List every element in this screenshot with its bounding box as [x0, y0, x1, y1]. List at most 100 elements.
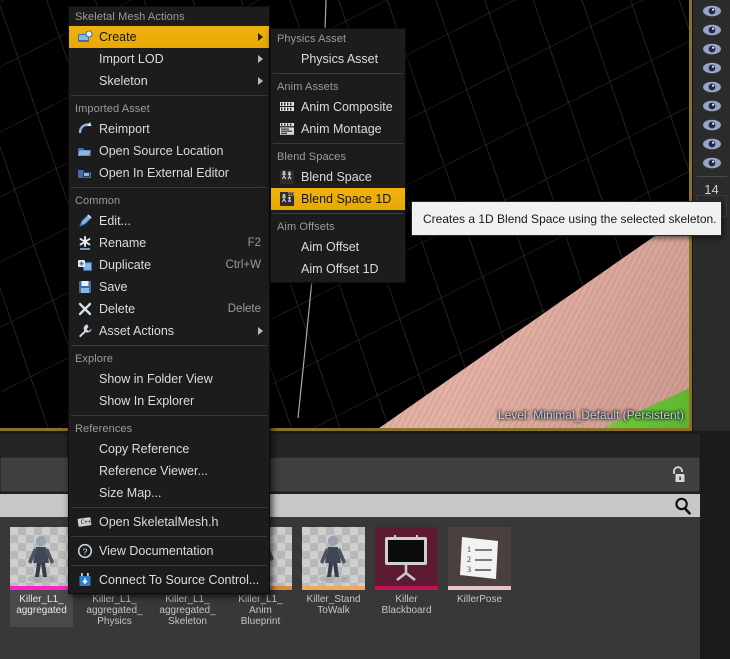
eye-icon[interactable] [701, 3, 723, 19]
menu-separator [71, 565, 267, 566]
menu-item-blend-space[interactable]: Blend Space [271, 166, 405, 188]
duplicate-icon [78, 260, 92, 271]
menu-item-skeleton[interactable]: Skeleton [69, 70, 269, 92]
anim-montage-icon [277, 121, 297, 137]
menu-item-label: Skeleton [99, 74, 148, 88]
code-file-icon: C++ [77, 517, 92, 527]
menu-item-create[interactable]: Create [69, 26, 269, 48]
menu-item-delete[interactable]: Delete Delete [69, 298, 269, 320]
menu-item-aim-offset[interactable]: Aim Offset [271, 236, 405, 258]
eye-toggle-column[interactable] [693, 0, 730, 174]
menu-item-rename[interactable]: Rename F2 [69, 232, 269, 254]
menu-item-open-source-location[interactable]: Open Source Location [69, 140, 269, 162]
menu-item-copy-reference[interactable]: Copy Reference [69, 438, 269, 460]
create-icon [78, 30, 93, 42]
menu-item-physics-asset[interactable]: Physics Asset [271, 48, 405, 70]
menu-item-label: Asset Actions [99, 324, 175, 338]
menu-item-duplicate[interactable]: Duplicate Ctrl+W [69, 254, 269, 276]
unreal-editor-window: Level: Minimal_Default (Persistent) 14 K… [0, 0, 730, 659]
anim-composite-icon [277, 99, 297, 115]
menu-item-size-map[interactable]: Size Map... [69, 482, 269, 504]
asset-tile[interactable]: Killer_L1_ aggregated [10, 527, 73, 627]
menu-item-label: Physics Asset [301, 52, 379, 66]
menu-item-label: Blend Space 1D [301, 192, 392, 206]
menu-section-header: Explore [75, 353, 113, 365]
svg-text:1D: 1D [288, 192, 295, 198]
menu-item-label: Import LOD [99, 52, 164, 66]
menu-item-view-documentation[interactable]: ? View Documentation [69, 540, 269, 562]
menu-item-show-in-explorer[interactable]: Show In Explorer [69, 390, 269, 412]
help-icon: ? [75, 543, 95, 559]
folder-open-icon [78, 148, 91, 156]
menu-item-label: Aim Offset [301, 240, 360, 254]
eye-icon[interactable] [701, 117, 723, 133]
asset-type-strip [448, 586, 511, 590]
menu-section-header: References [75, 423, 133, 435]
asset-tile[interactable]: Killer_Stand ToWalk [302, 527, 365, 627]
menu-item-anim-montage[interactable]: Anim Montage [271, 118, 405, 140]
asset-label: Killer_Stand ToWalk [306, 594, 361, 616]
asset-tile[interactable]: 123 KillerPose [448, 527, 511, 627]
eye-icon[interactable] [701, 155, 723, 171]
svg-text:C++: C++ [81, 519, 92, 526]
eye-icon[interactable] [701, 136, 723, 152]
menu-item-show-in-folder-view[interactable]: Show in Folder View [69, 368, 269, 390]
asset-thumbnail[interactable] [375, 527, 438, 590]
eye-icon[interactable] [701, 41, 723, 57]
rail-count: 14 [704, 182, 719, 197]
blackboard-thumbnail [375, 527, 438, 590]
eye-icon[interactable] [701, 79, 723, 95]
menu-item-edit[interactable]: Edit... [69, 210, 269, 232]
asset-thumbnail[interactable] [302, 527, 365, 590]
menu-item-label: Reference Viewer... [99, 464, 208, 478]
menu-separator [71, 415, 267, 416]
menu-item-anim-composite[interactable]: Anim Composite [271, 96, 405, 118]
menu-item-asset-actions[interactable]: Asset Actions [69, 320, 269, 342]
menu-item-aim-offset-1d[interactable]: Aim Offset 1D [271, 258, 405, 280]
asset-tile[interactable]: Killer Blackboard [375, 527, 438, 627]
menu-item-connect-to-source-control[interactable]: Connect To Source Control... [69, 569, 269, 591]
save-icon [75, 279, 95, 295]
menu-separator [71, 95, 267, 96]
svg-text:?: ? [83, 546, 88, 556]
menu-item-shortcut: Ctrl+W [225, 259, 261, 271]
menu-item-label: Show In Explorer [99, 394, 195, 408]
character-thumbnail [27, 535, 55, 583]
create-submenu[interactable]: Physics Asset Physics Asset Anim Assets An… [270, 28, 406, 283]
menu-item-shortcut: Delete [227, 303, 261, 315]
asset-context-menu[interactable]: Skeletal Mesh Actions Create Import LOD Sk… [68, 6, 270, 594]
menu-item-save[interactable]: Save [69, 276, 269, 298]
code-file-icon: C++ [75, 514, 95, 530]
asset-thumbnail[interactable]: 123 [448, 527, 511, 590]
asset-type-strip [375, 586, 438, 590]
search-icon[interactable] [673, 496, 693, 516]
menu-item-reimport[interactable]: Reimport [69, 118, 269, 140]
menu-separator [273, 143, 403, 144]
wrench-icon [75, 323, 95, 339]
external-editor-icon [78, 170, 91, 178]
lock-icon[interactable] [669, 465, 687, 485]
svg-text:2: 2 [467, 555, 471, 564]
blend-space-1d-icon: 1D [280, 192, 295, 206]
menu-item-open-in-external-editor[interactable]: Open In External Editor [69, 162, 269, 184]
eye-icon[interactable] [701, 60, 723, 76]
external-editor-icon [75, 165, 95, 181]
delete-icon [75, 301, 95, 317]
menu-item-import-lod[interactable]: Import LOD [69, 48, 269, 70]
submenu-arrow-icon [258, 33, 263, 41]
folder-open-icon [75, 143, 95, 159]
help-icon: ? [77, 543, 93, 559]
eye-icon[interactable] [701, 22, 723, 38]
menu-item-reference-viewer[interactable]: Reference Viewer... [69, 460, 269, 482]
menu-separator [71, 536, 267, 537]
asset-thumbnail[interactable] [10, 527, 73, 590]
anim-composite-icon [280, 102, 294, 111]
menu-item-label: Anim Montage [301, 122, 382, 136]
menu-item-label: Anim Composite [301, 100, 393, 114]
menu-item-open-skeletalmesh-h[interactable]: C++ Open SkeletalMesh.h [69, 511, 269, 533]
menu-item-label: Save [99, 280, 128, 294]
submenu-arrow-icon [258, 55, 263, 63]
eye-icon[interactable] [701, 98, 723, 114]
tooltip-text: Creates a 1D Blend Space using the selec… [423, 211, 717, 226]
menu-item-blend-space-1d[interactable]: 1D Blend Space 1D [271, 188, 405, 210]
